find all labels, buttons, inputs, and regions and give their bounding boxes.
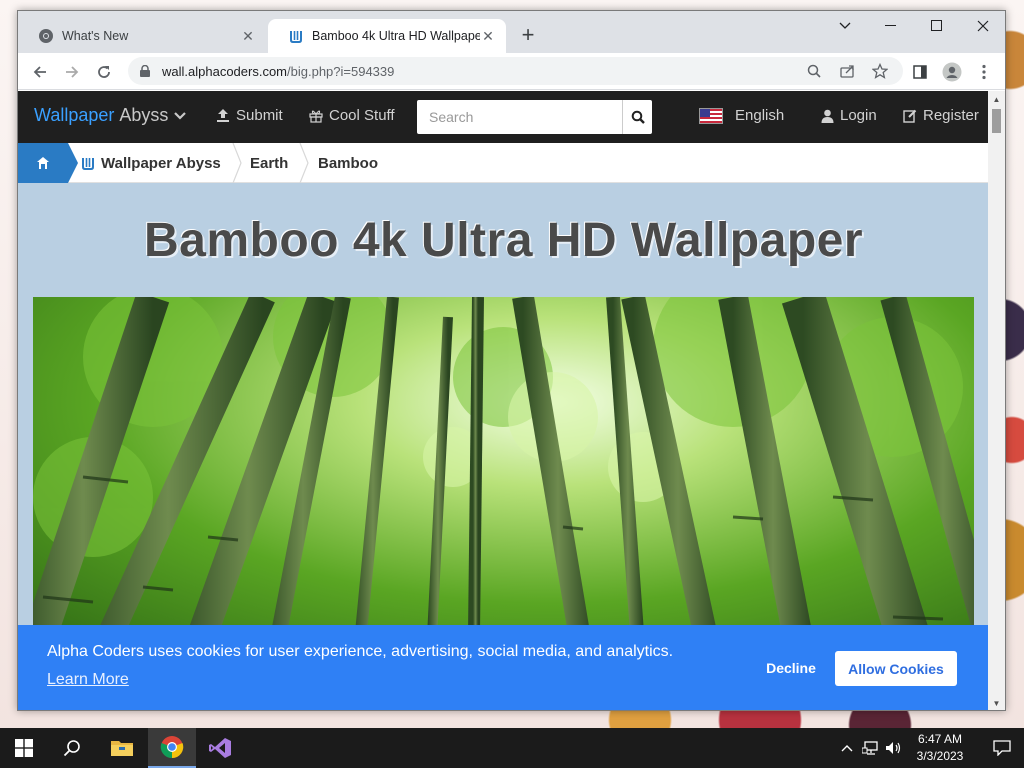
more-menu-icon[interactable]	[971, 59, 997, 85]
visual-studio-icon	[209, 738, 231, 758]
back-button[interactable]	[27, 59, 53, 85]
decline-cookies-button[interactable]: Decline	[751, 653, 831, 683]
home-icon	[37, 157, 49, 169]
tab-whats-new[interactable]: What's New ✕	[18, 19, 266, 53]
search-icon	[63, 740, 80, 757]
upload-icon	[217, 109, 229, 122]
taskbar-search-button[interactable]	[48, 728, 96, 768]
tab-strip: What's New ✕ Bamboo 4k Ultra HD Wallpape…	[18, 11, 1005, 53]
register-label: Register	[923, 107, 979, 124]
minimize-button[interactable]	[868, 11, 914, 41]
new-tab-button[interactable]: +	[516, 24, 540, 48]
reload-button[interactable]	[91, 59, 117, 85]
scroll-down-arrow-icon[interactable]: ▼	[992, 699, 1001, 708]
site-navbar: Wallpaper Abyss Submit Cool Stuff Search…	[18, 91, 989, 143]
breadcrumb-earth[interactable]: Earth	[250, 143, 288, 183]
clock-time: 6:47 AM	[917, 732, 963, 746]
search-button[interactable]	[622, 100, 652, 134]
browser-window: What's New ✕ Bamboo 4k Ultra HD Wallpape…	[17, 10, 1006, 711]
title-band: Bamboo 4k Ultra HD Wallpaper	[18, 183, 989, 297]
chrome-taskbar-button[interactable]	[148, 728, 196, 768]
breadcrumb-separator	[232, 143, 242, 183]
lock-icon	[140, 65, 154, 77]
site-search	[417, 100, 652, 134]
page-scrollbar[interactable]: ▲ ▼	[988, 91, 1005, 710]
visual-studio-taskbar-button[interactable]	[196, 728, 244, 768]
network-icon[interactable]	[860, 728, 882, 768]
breadcrumb: Wallpaper Abyss Earth Bamboo	[18, 143, 989, 183]
close-tab-icon[interactable]: ✕	[240, 28, 256, 44]
allow-cookies-button[interactable]: Allow Cookies	[835, 651, 957, 686]
file-explorer-icon	[111, 741, 133, 756]
breadcrumb-label: Earth	[250, 154, 289, 172]
forward-button[interactable]	[59, 59, 85, 85]
register-link[interactable]: Register	[903, 107, 979, 124]
side-panel-icon[interactable]	[907, 59, 933, 85]
breadcrumb-label: Wallpaper Abyss	[101, 154, 221, 172]
brand-name: Wallpaper	[34, 105, 115, 125]
scroll-up-arrow-icon[interactable]: ▲	[992, 95, 1001, 104]
profile-avatar-icon[interactable]	[939, 59, 965, 85]
taskbar: 6:47 AM 3/3/2023	[0, 728, 1024, 768]
cookie-message: Alpha Coders uses cookies for user exper…	[47, 643, 674, 660]
login-link[interactable]: Login	[821, 107, 877, 124]
close-window-button[interactable]	[960, 11, 1005, 41]
share-icon[interactable]	[838, 61, 858, 81]
breadcrumb-bamboo[interactable]: Bamboo	[318, 143, 378, 183]
submit-link[interactable]: Submit	[216, 107, 283, 124]
wallpaper-abyss-icon	[288, 28, 304, 44]
tab-bamboo-wallpaper[interactable]: Bamboo 4k Ultra HD Wallpaper ✕	[268, 19, 506, 53]
address-bar[interactable]: wall.alphacoders.com/big.php?i=594339	[128, 57, 903, 85]
brand-menu[interactable]: Wallpaper Abyss	[34, 105, 187, 126]
bookmark-star-icon[interactable]	[870, 61, 890, 81]
language-label: English	[735, 107, 785, 124]
system-clock[interactable]: 6:47 AM 3/3/2023	[900, 731, 980, 765]
submit-label: Submit	[236, 107, 283, 124]
chrome-icon	[160, 736, 184, 759]
close-tab-icon[interactable]: ✕	[480, 28, 496, 44]
notification-center-button[interactable]	[980, 728, 1024, 768]
url-text: wall.alphacoders.com/big.php?i=594339	[162, 63, 395, 79]
breadcrumb-home[interactable]	[18, 143, 78, 183]
cool-stuff-link[interactable]: Cool Stuff	[309, 107, 395, 124]
windows-logo-icon	[15, 739, 33, 757]
breadcrumb-separator	[299, 143, 309, 183]
user-icon	[821, 109, 834, 123]
cool-stuff-label: Cool Stuff	[329, 107, 395, 124]
tab-search-chevron-icon[interactable]	[822, 11, 868, 41]
tab-title: Bamboo 4k Ultra HD Wallpaper	[312, 29, 480, 43]
breadcrumb-wallpaper-abyss[interactable]: Wallpaper Abyss	[81, 143, 221, 183]
cookie-banner: Alpha Coders uses cookies for user exper…	[18, 625, 989, 710]
page-title: Bamboo 4k Ultra HD Wallpaper	[143, 213, 864, 267]
notification-icon	[993, 740, 1011, 756]
edit-icon	[903, 109, 917, 123]
page-viewport: Wallpaper Abyss Submit Cool Stuff Search…	[18, 91, 989, 710]
wallpaper-abyss-icon	[82, 158, 94, 170]
login-label: Login	[840, 107, 877, 124]
file-explorer-taskbar-button[interactable]	[98, 728, 146, 768]
breadcrumb-label: Bamboo	[318, 154, 378, 172]
learn-more-link[interactable]: Learn More	[47, 671, 129, 689]
show-hidden-icons-chevron-icon[interactable]	[838, 728, 856, 768]
language-selector[interactable]: English	[699, 107, 784, 124]
tab-title: What's New	[62, 29, 129, 43]
brand-sub: Abyss	[119, 105, 169, 125]
search-icon	[631, 110, 645, 124]
search-input[interactable]	[417, 100, 622, 134]
start-button[interactable]	[0, 728, 48, 768]
chevron-down-icon	[174, 111, 187, 120]
chrome-icon	[38, 28, 54, 44]
gift-icon	[309, 110, 323, 123]
maximize-button[interactable]	[914, 11, 960, 41]
browser-toolbar: wall.alphacoders.com/big.php?i=594339	[18, 53, 1005, 90]
zoom-icon[interactable]	[804, 61, 824, 81]
us-flag-icon	[699, 107, 723, 124]
scrollbar-thumb[interactable]	[992, 109, 1001, 133]
clock-date: 3/3/2023	[916, 749, 964, 763]
